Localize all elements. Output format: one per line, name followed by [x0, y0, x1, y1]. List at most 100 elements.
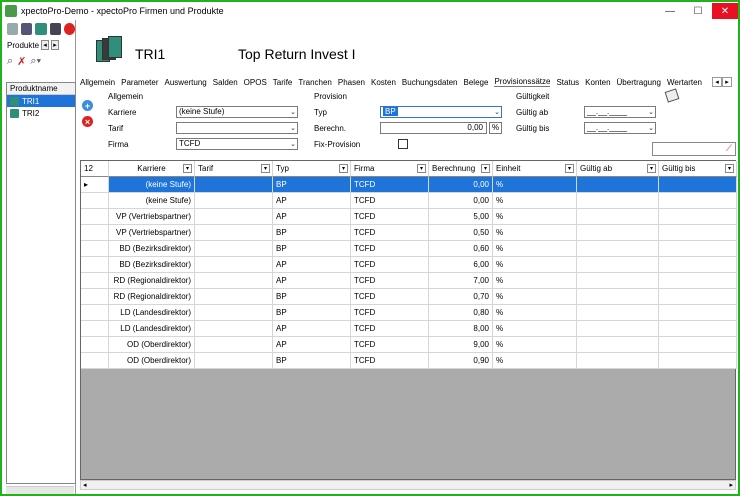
table-row[interactable]: BD (Bezirksdirektor) AP TCFD 6,00%	[81, 257, 737, 273]
table-cell[interactable]: AP	[273, 257, 351, 273]
tab-provisionssätze[interactable]: Provisionssätze	[494, 77, 551, 87]
table-cell[interactable]: AP	[273, 321, 351, 337]
table-cell[interactable]: (keine Stufe)	[109, 193, 195, 209]
row-header[interactable]	[81, 289, 109, 305]
table-cell[interactable]: 0,70	[429, 289, 493, 305]
column-header-typ[interactable]: Typ ▾	[273, 161, 351, 177]
clipboard-icon[interactable]	[664, 88, 680, 103]
berechn-input[interactable]: 0,00	[380, 122, 487, 134]
table-cell[interactable]: %	[493, 289, 577, 305]
tab-tranchen[interactable]: Tranchen	[298, 78, 332, 87]
table-cell[interactable]	[577, 289, 659, 305]
table-row[interactable]: LD (Landesdirektor) BP TCFD 0,80%	[81, 305, 737, 321]
table-cell[interactable]: BP	[273, 225, 351, 241]
table-cell[interactable]	[577, 225, 659, 241]
table-cell[interactable]: TCFD	[351, 257, 429, 273]
table-cell[interactable]: TCFD	[351, 353, 429, 369]
table-cell[interactable]: RD (Regionaldirektor)	[109, 289, 195, 305]
filter-dropdown-icon[interactable]: ▾	[725, 164, 734, 173]
table-cell[interactable]: 0,90	[429, 353, 493, 369]
table-row[interactable]: OD (Oberdirektor) BP TCFD 0,90%	[81, 353, 737, 369]
table-cell[interactable]: BP	[273, 177, 351, 193]
row-header[interactable]	[81, 225, 109, 241]
table-row[interactable]: OD (Oberdirektor) AP TCFD 9,00%	[81, 337, 737, 353]
tab-allgemein[interactable]: Allgemein	[80, 78, 115, 87]
table-cell[interactable]	[577, 337, 659, 353]
table-cell[interactable]: AP	[273, 193, 351, 209]
table-cell[interactable]	[195, 273, 273, 289]
scroll-left-icon[interactable]: ◂	[83, 481, 87, 489]
row-header[interactable]	[81, 305, 109, 321]
tab-kosten[interactable]: Kosten	[371, 78, 396, 87]
table-cell[interactable]	[659, 321, 737, 337]
table-cell[interactable]	[659, 353, 737, 369]
table-cell[interactable]	[659, 193, 737, 209]
typ-select[interactable]: BP ⌄	[380, 106, 502, 118]
table-cell[interactable]: BP	[273, 305, 351, 321]
table-cell[interactable]	[659, 257, 737, 273]
table-cell[interactable]: TCFD	[351, 273, 429, 289]
tab-wertarten[interactable]: Wertarten	[667, 78, 702, 87]
row-header[interactable]	[81, 209, 109, 225]
filter-dropdown-icon[interactable]: ▾	[417, 164, 426, 173]
column-header-tarif[interactable]: Tarif ▾	[195, 161, 273, 177]
table-cell[interactable]: TCFD	[351, 225, 429, 241]
table-cell[interactable]: (keine Stufe)	[109, 177, 195, 193]
table-cell[interactable]	[195, 337, 273, 353]
tab-phasen[interactable]: Phasen	[338, 78, 365, 87]
table-cell[interactable]	[659, 225, 737, 241]
table-cell[interactable]: %	[493, 337, 577, 353]
tree-item-tri1[interactable]: TRI1	[7, 95, 75, 107]
filter-dropdown-icon[interactable]: ▾	[261, 164, 270, 173]
tab-buchungsdaten[interactable]: Buchungsdaten	[402, 78, 458, 87]
product-icon[interactable]	[35, 23, 47, 35]
column-header-einheit[interactable]: Einheit ▾	[493, 161, 577, 177]
row-header[interactable]	[81, 273, 109, 289]
table-cell[interactable]	[195, 257, 273, 273]
table-cell[interactable]: TCFD	[351, 193, 429, 209]
table-cell[interactable]: 5,00	[429, 209, 493, 225]
table-cell[interactable]	[659, 305, 737, 321]
table-cell[interactable]: LD (Landesdirektor)	[109, 305, 195, 321]
firma-select[interactable]: TCFD ⌄	[176, 138, 298, 150]
nav-next-button[interactable]: ▸	[51, 40, 60, 50]
delete-icon[interactable]	[63, 23, 76, 35]
table-row[interactable]: RD (Regionaldirektor) AP TCFD 7,00%	[81, 273, 737, 289]
table-cell[interactable]	[577, 353, 659, 369]
table-row[interactable]: RD (Regionaldirektor) BP TCFD 0,70%	[81, 289, 737, 305]
table-row[interactable]: LD (Landesdirektor) AP TCFD 8,00%	[81, 321, 737, 337]
tab-parameter[interactable]: Parameter	[121, 78, 158, 87]
table-cell[interactable]: BP	[273, 353, 351, 369]
column-header-gültig-ab[interactable]: Gültig ab ▾	[577, 161, 659, 177]
table-row[interactable]: (keine Stufe) AP TCFD 0,00%	[81, 193, 737, 209]
table-cell[interactable]	[659, 209, 737, 225]
nav-prev-button[interactable]: ◂	[41, 40, 50, 50]
table-cell[interactable]	[577, 321, 659, 337]
tree-header[interactable]: Produktname	[7, 83, 75, 95]
tab-opos[interactable]: OPOS	[244, 78, 267, 87]
tab-scroll-right-button[interactable]: ▸	[722, 77, 732, 87]
table-cell[interactable]: BP	[273, 289, 351, 305]
building-icon[interactable]	[49, 23, 61, 35]
table-cell[interactable]: VP (Vertriebspartner)	[109, 209, 195, 225]
table-cell[interactable]: 0,50	[429, 225, 493, 241]
filter-dropdown-icon[interactable]: ▾	[339, 164, 348, 173]
table-cell[interactable]: %	[493, 193, 577, 209]
table-cell[interactable]: RD (Regionaldirektor)	[109, 273, 195, 289]
tab-scroll-left-button[interactable]: ◂	[712, 77, 722, 87]
table-cell[interactable]: LD (Landesdirektor)	[109, 321, 195, 337]
filter-dropdown-icon[interactable]: ▾	[183, 164, 192, 173]
tree-item-tri2[interactable]: TRI2	[7, 107, 75, 119]
table-cell[interactable]: 8,00	[429, 321, 493, 337]
table-cell[interactable]	[195, 289, 273, 305]
table-cell[interactable]	[659, 337, 737, 353]
chart-icon[interactable]	[21, 23, 33, 35]
table-cell[interactable]	[659, 241, 737, 257]
table-cell[interactable]: 0,00	[429, 193, 493, 209]
add-icon[interactable]: +	[82, 100, 93, 111]
tarif-select[interactable]: ⌄	[176, 122, 298, 134]
table-cell[interactable]: %	[493, 225, 577, 241]
table-cell[interactable]: BP	[273, 241, 351, 257]
table-cell[interactable]: TCFD	[351, 177, 429, 193]
filter-dropdown-icon[interactable]: ▾	[565, 164, 574, 173]
